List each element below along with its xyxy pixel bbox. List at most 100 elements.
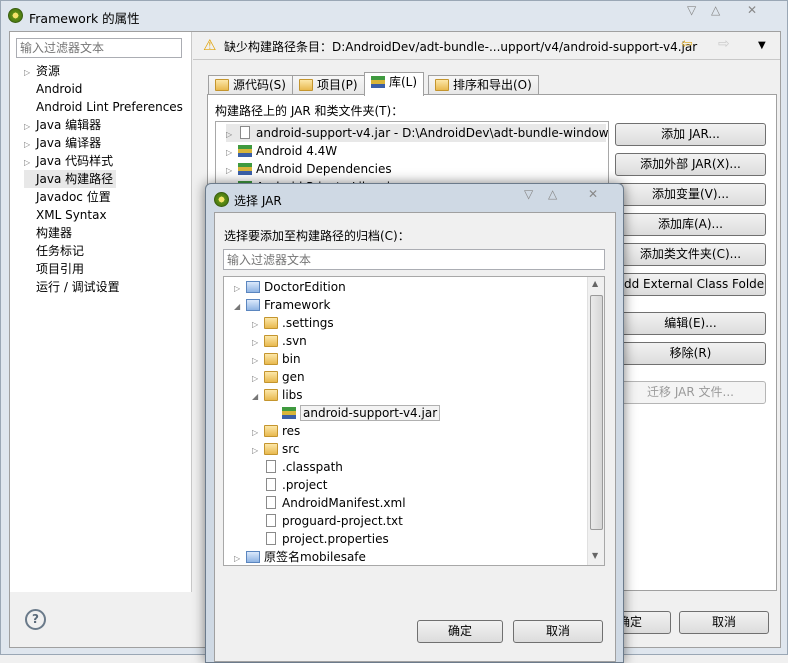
close-button[interactable]: ✕ xyxy=(747,3,757,17)
migrate-jar-button[interactable]: 迁移 JAR 文件... xyxy=(615,381,766,404)
dialog-ok-button[interactable]: 确定 xyxy=(417,620,503,643)
tree-item-label: DoctorEdition xyxy=(264,280,346,294)
sidebar-item[interactable]: XML Syntax xyxy=(24,206,107,224)
sidebar-item-label: Android xyxy=(36,82,83,96)
sidebar-item-label: 项目引用 xyxy=(36,262,85,276)
tree-item-label: 原签名mobilesafe xyxy=(264,550,366,564)
sidebar-item[interactable]: Android Lint Preferences xyxy=(24,98,183,116)
sidebar-item[interactable]: 任务标记 xyxy=(24,242,84,260)
twisty-icon[interactable]: ▷ xyxy=(234,550,246,565)
tree-item[interactable]: ▷ .svn xyxy=(252,332,307,350)
remove-button[interactable]: 移除(R) xyxy=(615,342,766,365)
sidebar-item-label: Java 编辑器 xyxy=(36,118,102,132)
sidebar-item[interactable]: Android xyxy=(24,80,82,98)
tab[interactable]: 项目(P) xyxy=(292,75,365,95)
dialog-maximize-button[interactable]: △ xyxy=(548,187,557,201)
tree-item[interactable]: AndroidManifest.xml xyxy=(252,494,406,512)
folder-icon xyxy=(264,389,278,401)
file-icon xyxy=(266,532,276,545)
sidebar-item[interactable]: 运行 / 调试设置 xyxy=(24,278,120,296)
order-export-icon xyxy=(435,79,449,91)
library-item[interactable]: ▷ Android 4.4W xyxy=(226,142,606,160)
library-item[interactable]: ▷ android-support-v4.jar - D:\AndroidDev\… xyxy=(226,124,609,142)
sidebar-item-label: 构建器 xyxy=(36,226,73,240)
twisty-icon[interactable]: ◢ xyxy=(252,388,264,406)
tree-item[interactable]: ▷ res xyxy=(252,422,300,440)
scroll-down-icon[interactable]: ▼ xyxy=(592,551,598,560)
tab[interactable]: 库(L) xyxy=(364,72,425,96)
folder-icon xyxy=(264,371,278,383)
sidebar-item-label: 资源 xyxy=(36,64,61,78)
tab-label: 源代码(S) xyxy=(233,78,286,92)
twisty-icon[interactable]: ◢ xyxy=(234,298,246,316)
sidebar-item-label: 运行 / 调试设置 xyxy=(36,280,120,294)
sidebar-item-label: Java 编译器 xyxy=(36,136,102,150)
dialog-tree[interactable]: ▷ DoctorEdition ◢ Framework ▷ .settings ▷ .svn ▷… xyxy=(223,276,605,566)
tree-item[interactable]: ◢ Framework xyxy=(234,296,330,314)
tree-item[interactable]: ▷ src xyxy=(252,440,300,458)
tree-item[interactable]: .classpath xyxy=(252,458,343,476)
sidebar-item[interactable]: ▷ Java 代码样式 xyxy=(24,152,113,170)
cancel-button[interactable]: 取消 xyxy=(679,611,769,634)
scroll-up-icon[interactable]: ▲ xyxy=(592,279,598,288)
edit-button[interactable]: 编辑(E)... xyxy=(615,312,766,335)
minimize-button[interactable]: ▽ xyxy=(687,3,696,17)
tree-item[interactable]: ▷ .settings xyxy=(252,314,334,332)
library-icon xyxy=(371,76,385,88)
add-class-folder-button[interactable]: 添加类文件夹(C)... xyxy=(615,243,766,266)
tree-item[interactable]: ◢ libs xyxy=(252,386,303,404)
add-library-button[interactable]: 添加库(A)... xyxy=(615,213,766,236)
maximize-button[interactable]: △ xyxy=(711,3,720,17)
libraries-list[interactable]: ▷ android-support-v4.jar - D:\AndroidDev\… xyxy=(215,121,609,187)
source-icon xyxy=(215,79,229,91)
tree-item-label: res xyxy=(282,424,301,438)
library-label: Android Dependencies xyxy=(256,162,392,176)
add-external-class-folder-button[interactable]: Add External Class Folder... xyxy=(615,273,766,296)
dialog-filter-input[interactable] xyxy=(223,249,605,270)
sidebar-item[interactable]: Java 构建路径 xyxy=(24,170,117,188)
tree-item[interactable]: ▷ gen xyxy=(252,368,305,386)
sidebar-item[interactable]: 项目引用 xyxy=(24,260,84,278)
warning-icon: ⚠ xyxy=(203,36,217,54)
tree-item-label: .project xyxy=(282,478,328,492)
forward-icon[interactable]: ⇨ xyxy=(718,36,730,52)
sidebar-item[interactable]: 构建器 xyxy=(24,224,72,242)
sidebar-item-label: Java 构建路径 xyxy=(36,172,114,186)
sidebar-item[interactable]: Javadoc 位置 xyxy=(24,188,111,206)
eclipse-icon xyxy=(8,8,23,23)
sidebar-item-label: Java 代码样式 xyxy=(36,154,114,168)
dialog-cancel-button[interactable]: 取消 xyxy=(513,620,603,643)
scrollbar[interactable]: ▲ ▼ xyxy=(587,277,604,565)
eclipse-icon xyxy=(214,192,229,207)
folder-icon xyxy=(264,425,278,437)
tree-item[interactable]: project.properties xyxy=(252,530,389,548)
dialog-close-button[interactable]: ✕ xyxy=(588,187,598,201)
tab[interactable]: 排序和导出(O) xyxy=(428,75,539,95)
sidebar-item[interactable]: ▷ Java 编辑器 xyxy=(24,116,101,134)
tab-label: 排序和导出(O) xyxy=(453,78,532,92)
dialog-minimize-button[interactable]: ▽ xyxy=(524,187,533,201)
tab[interactable]: 源代码(S) xyxy=(208,75,293,95)
library-label: android-support-v4.jar - D:\AndroidDev\a… xyxy=(256,126,609,140)
menu-chevron-down-icon[interactable]: ▼ xyxy=(758,40,766,51)
scrollbar-thumb[interactable] xyxy=(590,295,603,530)
tree-item[interactable]: ▷ DoctorEdition xyxy=(234,278,346,296)
sidebar-item[interactable]: ▷ 资源 xyxy=(24,62,60,80)
tree-item[interactable]: ▷ bin xyxy=(252,350,301,368)
tree-item-label: src xyxy=(282,442,300,456)
library-item[interactable]: ▷ Android Dependencies xyxy=(226,160,606,178)
sidebar-item-label: XML Syntax xyxy=(36,208,107,222)
tree-item[interactable]: .project xyxy=(252,476,327,494)
project-icon xyxy=(246,551,260,563)
back-icon[interactable]: ⇦ xyxy=(681,36,693,52)
tree-item[interactable]: proguard-project.txt xyxy=(252,512,403,530)
help-icon[interactable]: ? xyxy=(25,609,46,630)
add-external-jar-button[interactable]: 添加外部 JAR(X)... xyxy=(615,153,766,176)
sidebar-item[interactable]: ▷ Java 编译器 xyxy=(24,134,101,152)
window-title: Framework 的属性 xyxy=(29,11,140,26)
add-variable-button[interactable]: 添加变量(V)... xyxy=(615,183,766,206)
add-jar-button[interactable]: 添加 JAR... xyxy=(615,123,766,146)
sidebar-filter-input[interactable] xyxy=(16,38,182,58)
tree-item[interactable]: ▷ 原签名mobilesafe xyxy=(234,548,366,565)
tree-item[interactable]: android-support-v4.jar xyxy=(270,404,441,422)
